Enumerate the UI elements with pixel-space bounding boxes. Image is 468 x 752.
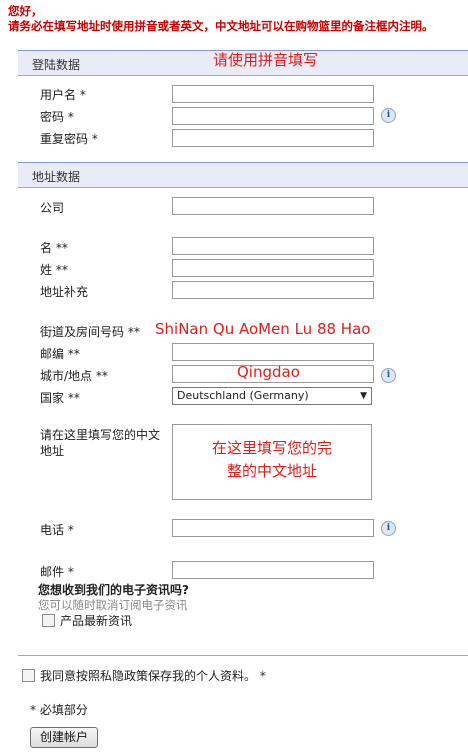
country-label: 国家 ** — [40, 391, 80, 405]
company-input[interactable] — [172, 197, 374, 215]
phone-input[interactable] — [172, 519, 374, 537]
newsletter-question: 您想收到我们的电子资讯吗? — [38, 583, 189, 597]
chinese-address-label: 请在这里填写您的中文 地址 — [40, 427, 160, 459]
phone-label: 电话 * — [40, 523, 74, 537]
login-section-title: 登陆数据 — [32, 58, 81, 72]
chinese-address-hint: 在这里填写您的完 整的中文地址 — [172, 437, 372, 483]
username-input[interactable] — [172, 85, 374, 103]
privacy-label: 我同意按照私隐政策保存我的个人资料。 * — [40, 669, 266, 683]
notice-instruction: 请务必在填写地址时使用拼音或者英文，中文地址可以在购物篮里的备注框内注明。 — [8, 19, 434, 33]
password-input[interactable] — [172, 107, 374, 125]
username-label: 用户名 * — [40, 88, 86, 102]
required-note: * 必填部分 — [30, 703, 88, 717]
repeat-password-label: 重复密码 * — [40, 132, 98, 146]
password-label: 密码 * — [40, 110, 74, 124]
email-input[interactable] — [172, 561, 374, 579]
address-extra-label: 地址补充 — [40, 285, 89, 299]
address-section-title: 地址数据 — [32, 170, 81, 184]
chinese-address-hint-line2: 整的中文地址 — [226, 462, 317, 480]
newsletter-note: 您可以随时取消订阅电子资讯 — [38, 598, 188, 612]
firstname-label: 名 ** — [40, 241, 68, 255]
info-icon[interactable]: i — [381, 368, 396, 383]
repeat-password-input[interactable] — [172, 129, 374, 147]
chinese-address-label-line1: 请在这里填写您的中文 — [40, 428, 161, 442]
country-select[interactable]: Deutschland (Germany) ▼ — [172, 387, 372, 405]
chinese-address-hint-line1: 在这里填写您的完 — [211, 439, 332, 457]
chevron-down-icon: ▼ — [360, 391, 367, 401]
newsletter-option-label: 产品最新资讯 — [60, 614, 133, 628]
chinese-address-label-line2: 地址 — [40, 444, 65, 458]
city-value: Qingdao — [237, 363, 300, 381]
create-account-button[interactable]: 创建帐户 — [30, 727, 98, 748]
lastname-label: 姓 ** — [40, 263, 68, 277]
zip-label: 邮编 ** — [40, 347, 80, 361]
notice: 您好， 请务必在填写地址时使用拼音或者英文，中文地址可以在购物篮里的备注框内注明… — [8, 4, 434, 34]
street-label: 街道及房间号码 ** — [40, 325, 140, 339]
notice-greeting: 您好， — [8, 4, 43, 18]
privacy-checkbox[interactable] — [22, 669, 35, 682]
city-label: 城市/地点 ** — [40, 369, 108, 383]
address-section-header: 地址数据 — [18, 162, 468, 188]
country-selected-value: Deutschland (Germany) — [177, 389, 309, 402]
company-label: 公司 — [40, 201, 65, 215]
lastname-input[interactable] — [172, 259, 374, 277]
info-icon[interactable]: i — [381, 521, 396, 536]
newsletter-checkbox[interactable] — [42, 614, 55, 627]
divider — [18, 655, 468, 656]
info-icon[interactable]: i — [381, 108, 396, 123]
street-value: ShiNan Qu AoMen Lu 88 Hao — [155, 320, 371, 338]
firstname-input[interactable] — [172, 237, 374, 255]
email-label: 邮件 * — [40, 565, 74, 579]
zip-input[interactable] — [172, 343, 374, 361]
pinyin-hint: 请使用拼音填写 — [213, 51, 319, 69]
address-extra-input[interactable] — [172, 281, 374, 299]
